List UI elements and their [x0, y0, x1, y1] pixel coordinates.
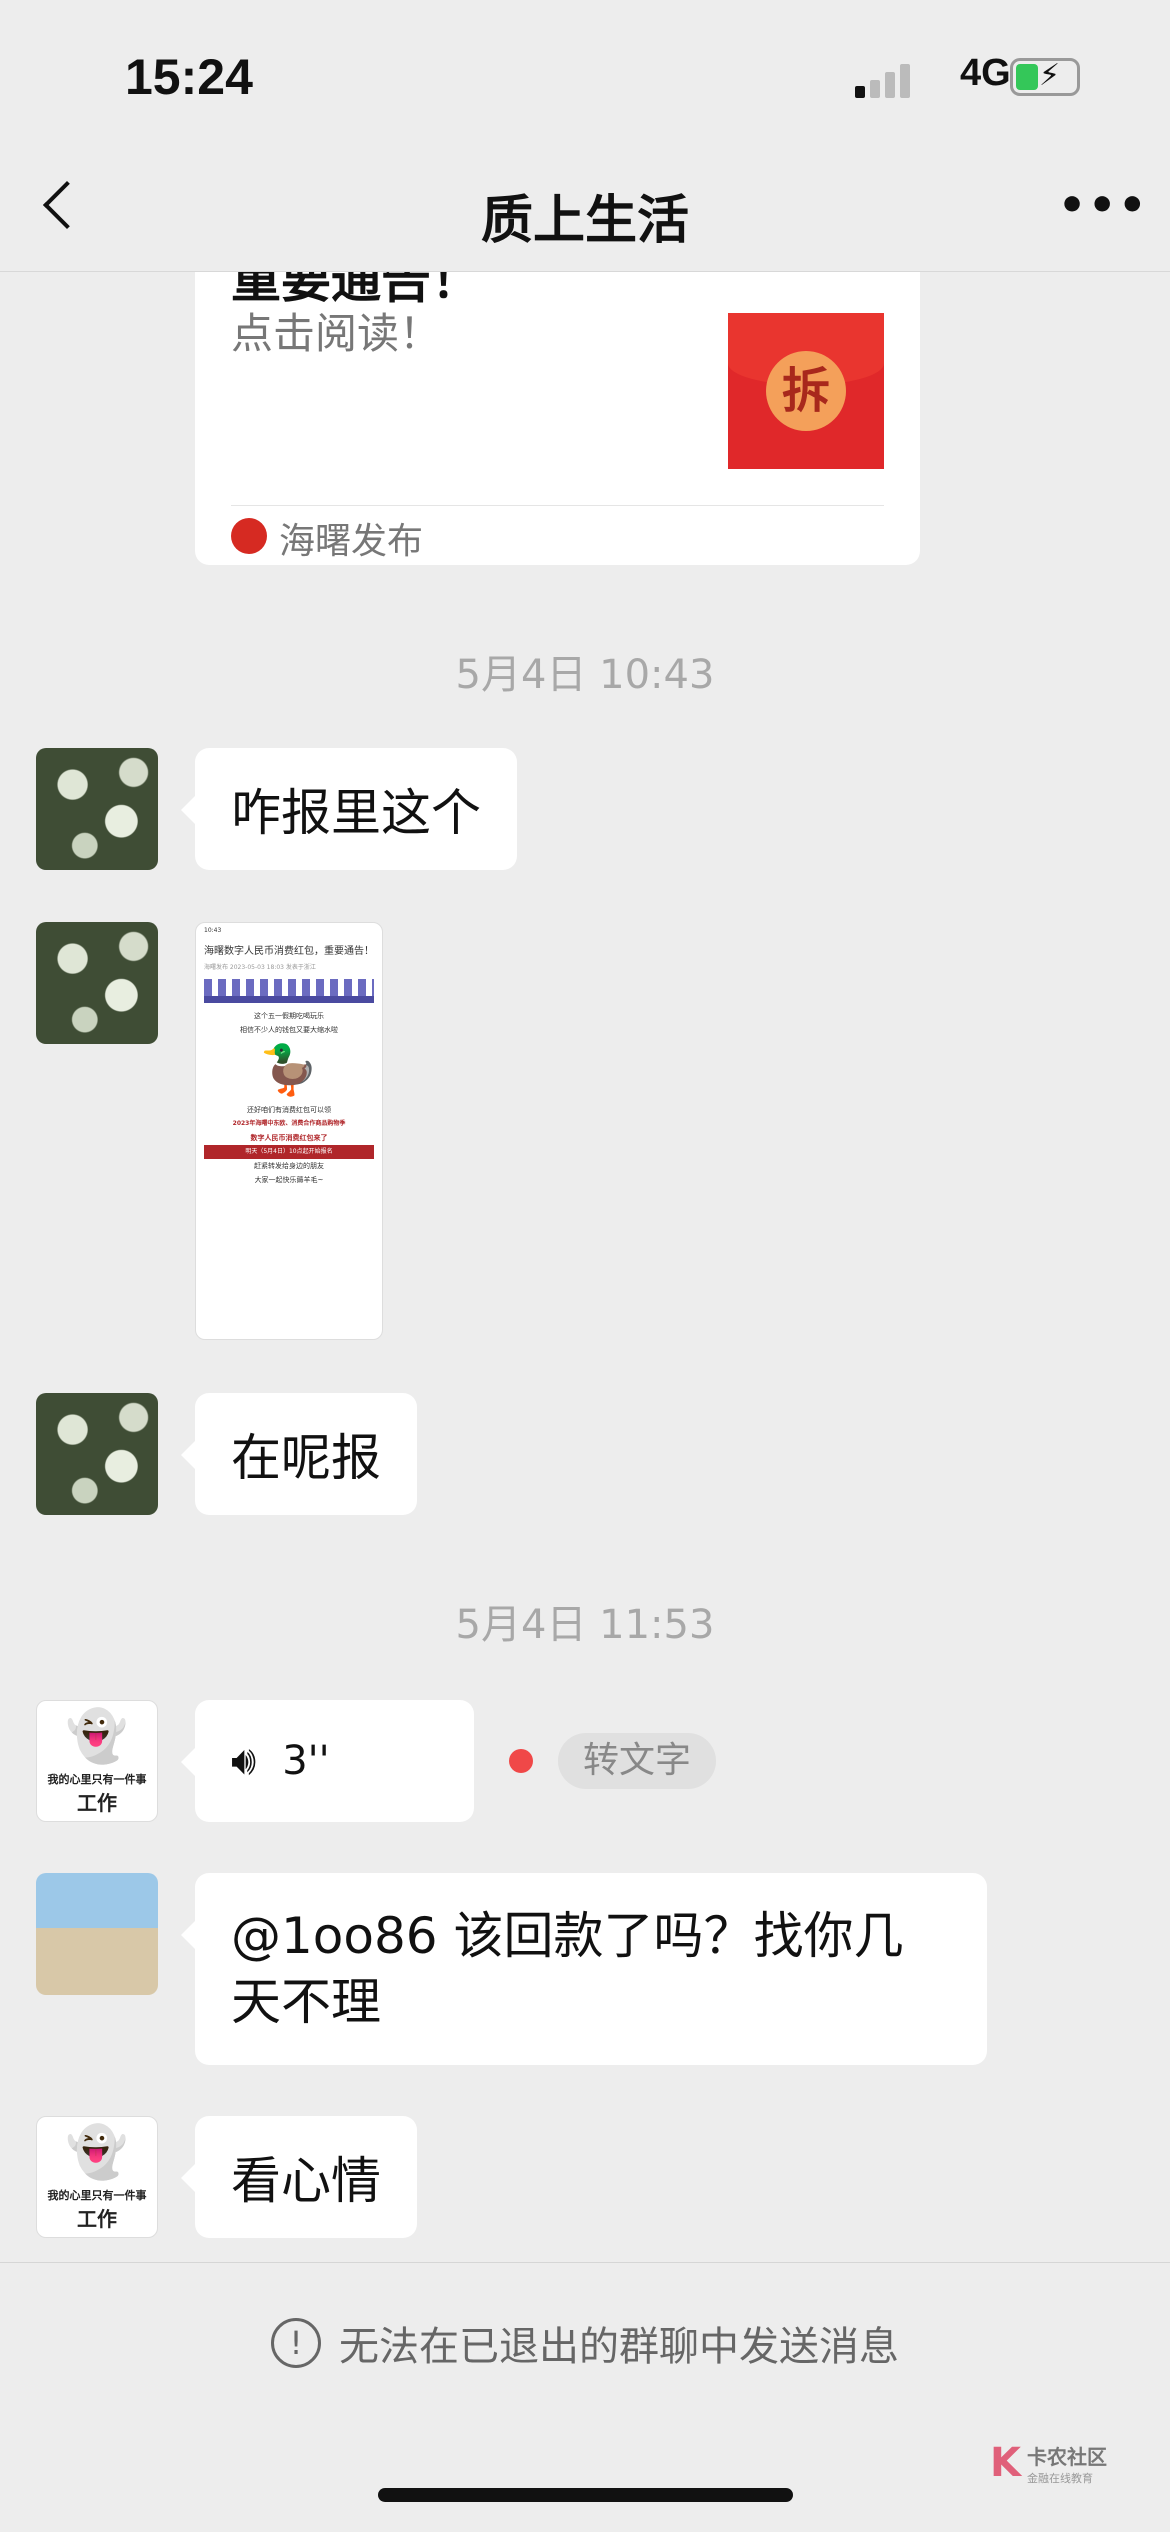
battery-icon: ⚡ — [1010, 58, 1080, 96]
avatar[interactable]: 👻 我的心里只有一件事 工作 — [36, 2116, 158, 2238]
duck-image: 🦆 — [259, 1042, 319, 1098]
status-bar: 15:24 4G ⚡ — [0, 0, 1170, 150]
article-desc: 点击阅读！ — [231, 309, 442, 358]
timestamp: 5月4日 10:43 — [455, 652, 715, 698]
open-char: 拆 — [766, 351, 846, 431]
footer-notice: ! 无法在已退出的群聊中发送消息 — [0, 2314, 1170, 2372]
unread-dot — [509, 1749, 533, 1773]
shot-line: 2023年海曙中东欧、消费合作商品购物季 — [232, 1120, 346, 1127]
watermark: K 卡农社区金融在线教育 — [990, 2440, 1107, 2486]
avatar[interactable] — [36, 748, 158, 870]
avatar[interactable] — [36, 922, 158, 1044]
network-label: 4G — [960, 52, 1011, 94]
avatar-caption: 工作 — [77, 2207, 117, 2231]
message-bubble[interactable]: 在呢报 — [181, 1393, 417, 1515]
convert-to-text-button[interactable]: 转文字 — [558, 1733, 716, 1789]
avatar[interactable] — [36, 1873, 158, 1995]
shot-line: 明天（5月4日）10点起开始报名 — [204, 1145, 374, 1159]
message-bubble[interactable]: 咋报里这个 — [181, 748, 517, 870]
more-icon[interactable]: ••• — [1058, 180, 1148, 231]
avatar[interactable] — [36, 1393, 158, 1515]
source-logo-icon — [231, 518, 267, 554]
watermark-name: 卡农社区 — [1027, 2444, 1107, 2469]
home-indicator — [378, 2488, 793, 2502]
watermark-sub: 金融在线教育 — [1027, 2471, 1093, 2485]
watermark-logo-icon: K — [990, 2440, 1021, 2486]
notice-text: 无法在已退出的群聊中发送消息 — [339, 2324, 899, 2370]
message-text: 咋报里这个 — [231, 784, 481, 842]
shot-line: 数字人民币消费红包来了 — [250, 1134, 328, 1142]
avatar-caption: 我的心里只有一件事 — [47, 2189, 147, 2202]
nav-bar: 质上生活 ••• — [0, 150, 1170, 272]
shot-line: 大家一起快乐薅羊毛~ — [254, 1176, 324, 1184]
voice-duration: 3'' — [282, 1738, 330, 1784]
footer-divider — [0, 2262, 1170, 2263]
message-text: 在呢报 — [231, 1429, 381, 1487]
message-bubble[interactable]: @1oo86 该回款了吗？找你几天不理 — [181, 1873, 987, 2065]
redpacket-thumbnail: 拆 — [728, 313, 884, 469]
voice-icon: 🔊︎ — [231, 1738, 257, 1784]
avatar-caption: 工作 — [77, 1791, 117, 1815]
card-divider — [231, 505, 884, 506]
shot-line: 这个五一假期吃喝玩乐 — [254, 1012, 324, 1020]
clock: 15:24 — [125, 49, 253, 105]
shot-time: 10:43 — [204, 927, 222, 934]
signal-icon — [855, 62, 915, 98]
message-bubble[interactable]: 看心情 — [181, 2116, 417, 2238]
timestamp: 5月4日 11:53 — [455, 1602, 715, 1648]
image-message[interactable]: 10:43 海曙数字人民币消费红包，重要通告！ 海曙发布 2023-05-03 … — [195, 922, 383, 1340]
shot-line: 相信不少人的钱包又要大缩水啦 — [240, 1026, 338, 1034]
chat-title: 质上生活 — [480, 191, 689, 251]
info-icon: ! — [271, 2318, 321, 2368]
avatar-caption: 我的心里只有一件事 — [47, 1773, 147, 1786]
message-text: 看心情 — [231, 2152, 381, 2210]
shot-title: 海曙数字人民币消费红包，重要通告！ — [204, 946, 374, 957]
voice-message[interactable]: 🔊︎ 3'' — [181, 1700, 474, 1822]
avatar[interactable]: 👻 我的心里只有一件事 工作 — [36, 1700, 158, 1822]
shot-meta: 海曙发布 2023-05-03 18:03 发表于浙江 — [204, 964, 316, 971]
shot-line: 还好咱们有消费红包可以领 — [247, 1106, 331, 1114]
message-text: @1oo86 该回款了吗？找你几天不理 — [231, 1907, 904, 2031]
shot-line: 赶紧转发给身边的朋友 — [254, 1162, 324, 1170]
article-source: 海曙发布 — [279, 521, 424, 562]
skyline-image — [204, 979, 374, 1003]
